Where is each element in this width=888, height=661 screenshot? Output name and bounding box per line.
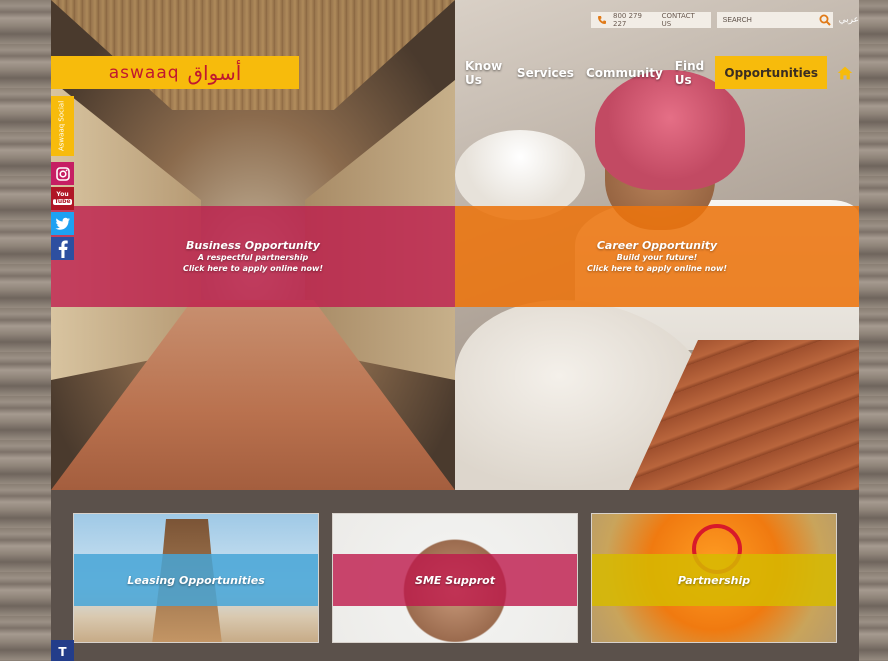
twitter-link[interactable] bbox=[51, 212, 74, 235]
sme-support-label: SME Supprot bbox=[333, 554, 577, 606]
social-tab[interactable]: Aswaaq Social bbox=[51, 96, 74, 156]
business-opportunity-title: Business Opportunity bbox=[186, 239, 320, 252]
partnership-label: Partnership bbox=[592, 554, 836, 606]
logo-latin-text: aswaaq bbox=[108, 62, 180, 83]
contact-us-label: CONTACT US bbox=[661, 12, 695, 28]
arabic-language-link[interactable]: عربي bbox=[839, 15, 859, 25]
social-bottom-t-icon[interactable]: T bbox=[51, 640, 74, 661]
page-frame: Business Opportunity A respectful partne… bbox=[51, 0, 859, 661]
leasing-opportunities-label: Leasing Opportunities bbox=[74, 554, 318, 606]
corridor-ceiling bbox=[51, 0, 455, 110]
contact-us-link[interactable]: 800 279 227 CONTACT US bbox=[591, 12, 711, 28]
logo-arabic-text: أسواق bbox=[187, 60, 242, 85]
twitter-icon bbox=[54, 217, 70, 230]
social-sidebar: Aswaaq Social You Tube bbox=[51, 96, 74, 260]
phone-icon bbox=[597, 15, 607, 25]
nav-find-us[interactable]: Find Us bbox=[669, 56, 716, 89]
business-opportunity-banner[interactable]: Business Opportunity A respectful partne… bbox=[51, 206, 455, 307]
home-button[interactable] bbox=[831, 56, 859, 89]
career-opportunity-cta: Click here to apply online now! bbox=[587, 264, 727, 273]
career-opportunity-title: Career Opportunity bbox=[596, 239, 718, 252]
search-input[interactable] bbox=[716, 12, 817, 28]
opportunity-tiles: Leasing Opportunities SME Supprot Partne… bbox=[73, 513, 837, 643]
nav-services[interactable]: Services bbox=[511, 56, 580, 89]
aswaaq-logo[interactable]: aswaaq أسواق bbox=[51, 56, 299, 89]
contact-phone: 800 279 227 bbox=[613, 12, 642, 28]
youtube-link[interactable]: You Tube bbox=[51, 187, 74, 210]
main-nav: Know Us Services Community Find Us Oppor… bbox=[459, 56, 859, 89]
facebook-icon bbox=[58, 240, 68, 258]
partnership-tile[interactable]: Partnership bbox=[591, 513, 837, 643]
search-icon bbox=[819, 14, 831, 26]
search-button[interactable] bbox=[817, 12, 833, 28]
facebook-link[interactable] bbox=[51, 237, 74, 260]
youtube-icon-bottom: Tube bbox=[53, 198, 72, 205]
career-opportunity-subtitle: Build your future! bbox=[616, 253, 698, 262]
nav-community[interactable]: Community bbox=[580, 56, 669, 89]
nav-know-us[interactable]: Know Us bbox=[459, 56, 511, 89]
business-opportunity-subtitle: A respectful partnership bbox=[197, 253, 309, 262]
nav-opportunities[interactable]: Opportunities bbox=[715, 56, 827, 89]
home-icon bbox=[837, 66, 853, 79]
instagram-link[interactable] bbox=[51, 162, 74, 185]
career-opportunity-banner[interactable]: Career Opportunity Build your future! Cl… bbox=[455, 206, 859, 307]
utility-bar: 800 279 227 CONTACT US عربي bbox=[591, 12, 859, 28]
sme-support-tile[interactable]: SME Supprot bbox=[332, 513, 578, 643]
leasing-opportunities-tile[interactable]: Leasing Opportunities bbox=[73, 513, 319, 643]
business-opportunity-cta: Click here to apply online now! bbox=[183, 264, 323, 273]
instagram-icon bbox=[55, 166, 70, 181]
search-box bbox=[716, 12, 833, 28]
